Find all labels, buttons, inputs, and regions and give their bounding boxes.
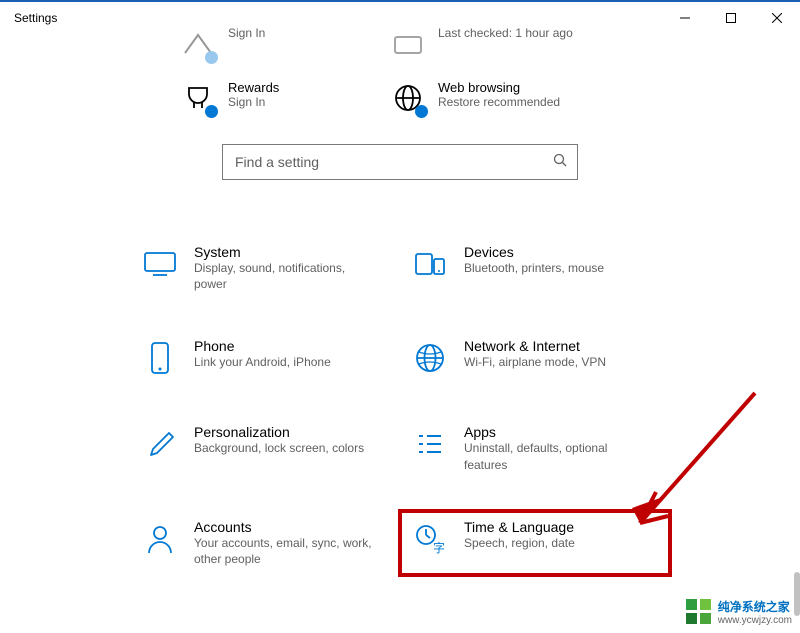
status-tile-rewards[interactable]: Rewards Sign In xyxy=(180,80,390,116)
status-tile-web-browsing[interactable]: Web browsing Restore recommended xyxy=(390,80,620,116)
search-box[interactable] xyxy=(222,144,578,180)
maximize-icon xyxy=(726,13,736,23)
category-title: Network & Internet xyxy=(464,338,606,354)
status-sub: Restore recommended xyxy=(438,95,560,111)
maximize-button[interactable] xyxy=(708,2,754,34)
status-row-2: Rewards Sign In Web browsing Restore rec… xyxy=(0,80,800,116)
scrollbar-thumb[interactable] xyxy=(794,572,800,616)
watermark-logo-icon xyxy=(684,597,714,627)
minimize-icon xyxy=(680,13,690,23)
category-sub: Display, sound, notifications, power xyxy=(194,260,374,292)
category-title: Devices xyxy=(464,244,604,260)
apps-icon xyxy=(410,424,450,464)
rewards-icon xyxy=(180,80,216,116)
close-icon xyxy=(772,13,782,23)
category-title: Phone xyxy=(194,338,331,354)
search-icon xyxy=(553,153,567,172)
badge-dot-icon xyxy=(205,51,218,64)
category-apps[interactable]: Apps Uninstall, defaults, optional featu… xyxy=(400,416,670,480)
time-language-icon: 字 xyxy=(410,519,450,559)
category-title: Apps xyxy=(464,424,644,440)
category-devices[interactable]: Devices Bluetooth, printers, mouse xyxy=(400,236,670,300)
category-sub: Wi-Fi, airplane mode, VPN xyxy=(464,354,606,370)
categories-grid: System Display, sound, notifications, po… xyxy=(0,236,800,575)
search-input[interactable] xyxy=(233,153,553,171)
category-sub: Background, lock screen, colors xyxy=(194,440,364,456)
category-accounts[interactable]: Accounts Your accounts, email, sync, wor… xyxy=(130,511,400,575)
category-phone[interactable]: Phone Link your Android, iPhone xyxy=(130,330,400,386)
status-title: Rewards xyxy=(228,80,279,95)
phone-icon xyxy=(140,338,180,378)
status-tile-windows-update[interactable]: Last checked: 1 hour ago xyxy=(390,26,620,62)
status-sub: Sign In xyxy=(228,95,279,111)
window-controls xyxy=(662,2,800,34)
category-title: System xyxy=(194,244,374,260)
status-title: Web browsing xyxy=(438,80,560,95)
category-sub: Speech, region, date xyxy=(464,535,575,551)
category-network[interactable]: Network & Internet Wi-Fi, airplane mode,… xyxy=(400,330,670,386)
devices-icon xyxy=(410,244,450,284)
personalization-icon xyxy=(140,424,180,464)
svg-text:字: 字 xyxy=(433,540,445,555)
category-title: Time & Language xyxy=(464,519,575,535)
category-title: Accounts xyxy=(194,519,374,535)
update-icon xyxy=(390,26,426,62)
system-icon xyxy=(140,244,180,284)
account-icon xyxy=(180,26,216,62)
globe-icon xyxy=(410,338,450,378)
watermark: 纯净系统之家 www.ycwjzy.com xyxy=(684,597,792,627)
globe-icon xyxy=(390,80,426,116)
watermark-text-line1: 纯净系统之家 xyxy=(718,598,792,615)
category-sub: Your accounts, email, sync, work, other … xyxy=(194,535,374,567)
search-wrap xyxy=(0,144,800,180)
badge-dot-icon xyxy=(205,105,218,118)
minimize-button[interactable] xyxy=(662,2,708,34)
watermark-text-line2: www.ycwjzy.com xyxy=(718,615,792,626)
status-tile-microsoft-account[interactable]: Sign In xyxy=(180,26,390,62)
category-sub: Uninstall, defaults, optional features xyxy=(464,440,644,472)
close-button[interactable] xyxy=(754,2,800,34)
status-sub: Sign In xyxy=(228,26,265,42)
window-title: Settings xyxy=(14,11,57,25)
category-sub: Link your Android, iPhone xyxy=(194,354,331,370)
category-title: Personalization xyxy=(194,424,364,440)
category-sub: Bluetooth, printers, mouse xyxy=(464,260,604,276)
category-personalization[interactable]: Personalization Background, lock screen,… xyxy=(130,416,400,480)
status-sub: Last checked: 1 hour ago xyxy=(438,26,573,42)
accounts-icon xyxy=(140,519,180,559)
category-time-language[interactable]: 字 Time & Language Speech, region, date xyxy=(400,511,670,575)
category-system[interactable]: System Display, sound, notifications, po… xyxy=(130,236,400,300)
badge-dot-icon xyxy=(415,105,428,118)
